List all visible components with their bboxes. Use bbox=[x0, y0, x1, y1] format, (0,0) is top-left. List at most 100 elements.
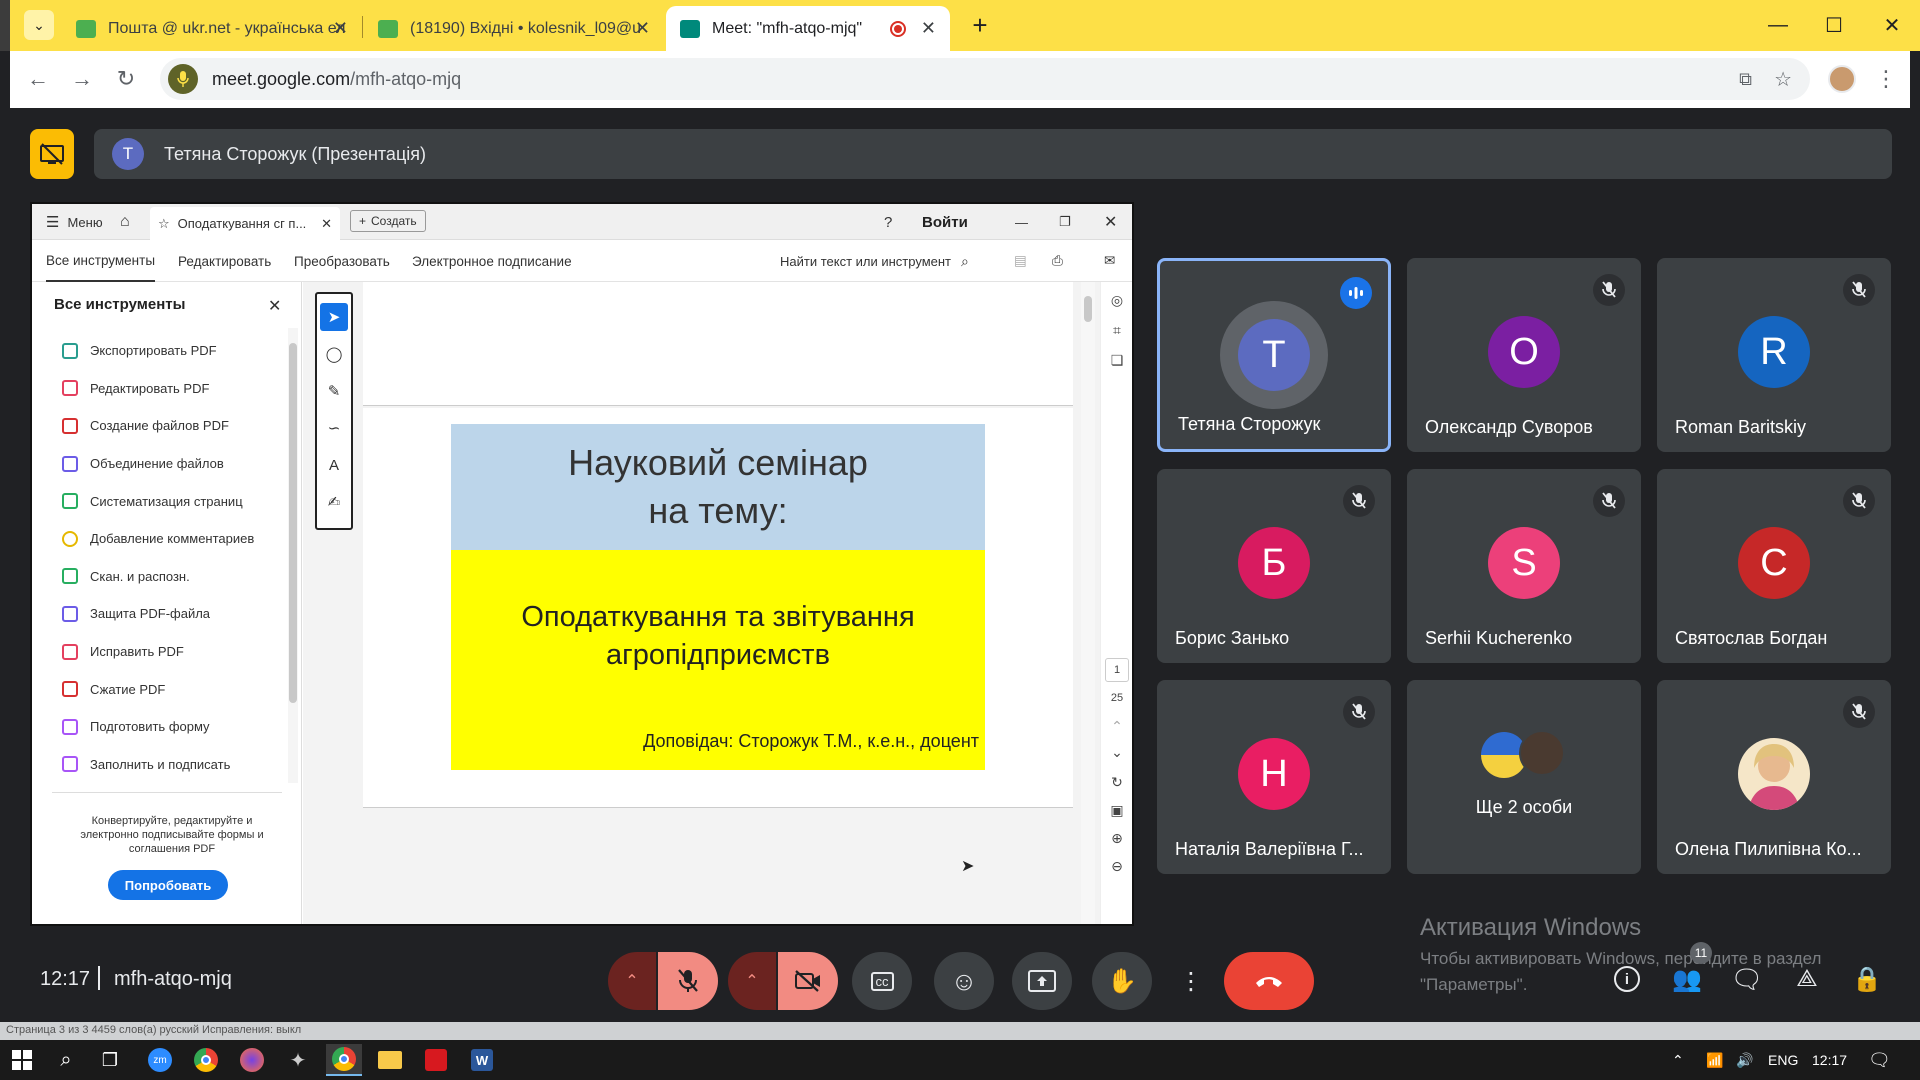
find-tool-input[interactable]: Найти текст или инструмент ⌕ bbox=[780, 240, 969, 282]
tool-comment[interactable]: Добавление комментариев bbox=[62, 520, 254, 558]
close-tab-icon[interactable]: ✕ bbox=[635, 18, 650, 39]
close-tab-icon[interactable]: ✕ bbox=[333, 18, 348, 39]
tool-fill-sign[interactable]: Заполнить и подписать bbox=[62, 746, 254, 784]
select-tool-icon[interactable]: ➤ bbox=[320, 303, 348, 331]
tool-scan-ocr[interactable]: Скан. и распозн. bbox=[62, 558, 254, 596]
task-view-icon[interactable]: ❐ bbox=[92, 1044, 128, 1076]
bookmark-panel-icon[interactable]: ⌗ bbox=[1105, 318, 1129, 342]
comment-tool-icon[interactable]: ◯ bbox=[320, 340, 348, 368]
chrome-active-app-icon[interactable] bbox=[326, 1044, 362, 1076]
meeting-details-icon[interactable]: i bbox=[1610, 962, 1644, 996]
participant-tile[interactable]: Олена Пилипівна Ко... bbox=[1657, 680, 1891, 874]
minimize-icon[interactable]: — bbox=[1758, 8, 1798, 42]
reactions-button[interactable]: ☺ bbox=[934, 952, 994, 1010]
app-icon[interactable]: ✦ bbox=[280, 1044, 316, 1076]
camera-toggle-button[interactable] bbox=[778, 952, 838, 1010]
close-document-icon[interactable]: ✕ bbox=[321, 216, 332, 232]
text-box-tool-icon[interactable]: A bbox=[320, 451, 348, 479]
captions-button[interactable]: cc bbox=[852, 952, 912, 1010]
microphone-in-use-icon[interactable] bbox=[168, 64, 198, 94]
chat-icon[interactable]: 🗨 bbox=[1730, 962, 1764, 996]
participant-tile[interactable]: Т Тетяна Сторожук bbox=[1157, 258, 1391, 452]
taskbar-clock[interactable]: 12:17 bbox=[1812, 1040, 1847, 1080]
word-app-icon[interactable]: W bbox=[464, 1044, 500, 1076]
email-icon[interactable]: ✉ bbox=[1104, 240, 1115, 282]
acrobat-restore-icon[interactable]: ❐ bbox=[1059, 204, 1071, 240]
tool-edit-pdf[interactable]: Редактировать PDF bbox=[62, 370, 254, 408]
present-button[interactable] bbox=[1012, 952, 1072, 1010]
address-bar[interactable]: meet.google.com/mfh-atqo-mjq ⧉ ☆ bbox=[160, 58, 1810, 100]
close-window-icon[interactable]: ✕ bbox=[1872, 8, 1912, 42]
tab-mail[interactable]: (18190) Вхідні • kolesnik_l09@u ✕ bbox=[364, 6, 664, 51]
tool-compress-pdf[interactable]: Сжатие PDF bbox=[62, 670, 254, 708]
host-controls-icon[interactable]: 🔒 bbox=[1850, 962, 1884, 996]
tab-edit[interactable]: Редактировать bbox=[178, 240, 271, 282]
activities-icon[interactable]: ⟁ bbox=[1790, 962, 1824, 996]
participant-tile[interactable]: С Святослав Богдан bbox=[1657, 469, 1891, 663]
tool-organize-pages[interactable]: Систематизация страниц bbox=[62, 482, 254, 520]
acrobat-close-icon[interactable]: ✕ bbox=[1104, 204, 1117, 240]
bookmark-star-icon[interactable]: ☆ bbox=[1774, 67, 1792, 92]
participant-tile[interactable]: Б Борис Занько bbox=[1157, 469, 1391, 663]
tool-redact-pdf[interactable]: Исправить PDF bbox=[62, 633, 254, 671]
profile-avatar[interactable] bbox=[1828, 65, 1856, 93]
acrobat-minimize-icon[interactable]: — bbox=[1015, 204, 1028, 240]
page-up-icon[interactable]: ⌃ bbox=[1105, 714, 1129, 738]
stop-presenting-icon[interactable] bbox=[30, 129, 74, 179]
participant-tile[interactable]: О Олександр Суворов bbox=[1407, 258, 1641, 452]
scroll-thumb[interactable] bbox=[289, 343, 297, 703]
tray-overflow-icon[interactable]: ⌃ bbox=[1672, 1040, 1684, 1080]
back-icon[interactable]: ← bbox=[22, 63, 54, 95]
participant-tile[interactable]: Н Наталія Валеріївна Г... bbox=[1157, 680, 1391, 874]
ai-assistant-icon[interactable]: ◎ bbox=[1105, 288, 1129, 312]
sign-tool-icon[interactable]: ✍ bbox=[320, 488, 348, 516]
current-page-box[interactable]: 1 bbox=[1105, 658, 1129, 682]
document-tab[interactable]: ☆ Оподаткування сг п... ✕ bbox=[150, 207, 340, 240]
reload-icon[interactable]: ↻ bbox=[110, 63, 142, 95]
chrome-app-icon[interactable] bbox=[188, 1044, 224, 1076]
tool-protect-pdf[interactable]: Защита PDF-файла bbox=[62, 595, 254, 633]
more-options-button[interactable]: ⋮ bbox=[1164, 952, 1218, 1010]
volume-icon[interactable]: 🔊 bbox=[1736, 1040, 1753, 1080]
create-button[interactable]: + Создать bbox=[350, 210, 426, 232]
firefox-app-icon[interactable] bbox=[234, 1044, 270, 1076]
tool-prepare-form[interactable]: Подготовить форму bbox=[62, 708, 254, 746]
acrobat-menu-button[interactable]: ☰ Меню bbox=[46, 204, 103, 240]
pages-panel-icon[interactable]: ❏ bbox=[1105, 348, 1129, 372]
help-icon[interactable]: ? bbox=[884, 204, 892, 240]
home-icon[interactable]: ⌂ bbox=[120, 204, 130, 240]
rotate-icon[interactable]: ↻ bbox=[1105, 770, 1129, 794]
pen-tool-icon[interactable]: ✎ bbox=[320, 377, 348, 405]
try-button[interactable]: Попробовать bbox=[108, 870, 228, 900]
zoom-out-icon[interactable]: ⊖ bbox=[1105, 854, 1129, 878]
language-indicator[interactable]: ENG bbox=[1768, 1040, 1798, 1080]
search-icon[interactable]: ⌕ bbox=[48, 1044, 84, 1076]
leave-call-button[interactable] bbox=[1224, 952, 1314, 1010]
participant-tile[interactable]: R Roman Baritskiy bbox=[1657, 258, 1891, 452]
maximize-icon[interactable]: ☐ bbox=[1814, 8, 1854, 42]
video-options-button[interactable]: ⌃ bbox=[728, 952, 776, 1010]
tab-convert[interactable]: Преобразовать bbox=[294, 240, 390, 282]
zoom-app-icon[interactable]: zm bbox=[142, 1044, 178, 1076]
participant-tile-more[interactable]: Ще 2 особи bbox=[1407, 680, 1641, 874]
microphone-toggle-button[interactable] bbox=[658, 952, 718, 1010]
tool-create-pdf[interactable]: Создание файлов PDF bbox=[62, 407, 254, 445]
save-icon[interactable]: ▤ bbox=[1014, 240, 1027, 282]
tab-ukrnet[interactable]: Пошта @ ukr.net - українська ел ✕ bbox=[62, 6, 362, 51]
audio-options-button[interactable]: ⌃ bbox=[608, 952, 656, 1010]
lasso-tool-icon[interactable]: ∽ bbox=[320, 414, 348, 442]
close-tab-icon[interactable]: ✕ bbox=[921, 18, 936, 39]
people-icon[interactable]: 👥 bbox=[1670, 962, 1704, 996]
forward-icon[interactable]: → bbox=[66, 63, 98, 95]
zoom-in-icon[interactable]: ⊕ bbox=[1105, 826, 1129, 850]
tab-esign[interactable]: Электронное подписание bbox=[412, 240, 572, 282]
network-icon[interactable]: 📶 bbox=[1706, 1040, 1723, 1080]
notifications-icon[interactable]: 🗨 bbox=[1868, 1040, 1891, 1080]
new-tab-button[interactable]: + bbox=[960, 8, 1000, 42]
tab-all-tools[interactable]: Все инструменты bbox=[46, 240, 156, 282]
close-panel-icon[interactable]: ✕ bbox=[268, 296, 281, 316]
signin-button[interactable]: Войти bbox=[922, 204, 968, 240]
tab-search-button[interactable]: ⌄ bbox=[24, 10, 54, 40]
fit-page-icon[interactable]: ▣ bbox=[1105, 798, 1129, 822]
participant-tile[interactable]: S Serhii Kucherenko bbox=[1407, 469, 1641, 663]
